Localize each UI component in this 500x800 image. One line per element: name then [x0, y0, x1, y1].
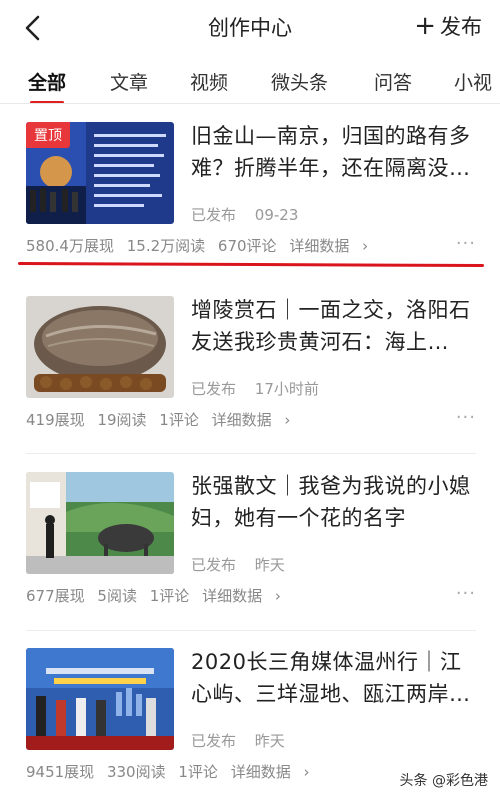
tab-all[interactable]: 全部: [28, 68, 66, 95]
chevron-right-icon: ›: [303, 763, 310, 781]
publish-time: 09-23: [254, 206, 299, 224]
article-title[interactable]: 张强散文｜我爸为我说的小媳妇，她有一个花的名字: [191, 470, 481, 534]
article-stats: 9451展现 330阅读 1评论 详细数据 ›: [26, 761, 326, 782]
comments-count: 670评论: [217, 237, 277, 255]
publish-status: 已发布: [191, 206, 237, 224]
reads-count: 330阅读: [106, 763, 166, 781]
publish-time: 昨天: [254, 556, 285, 574]
tab-micro-headlines[interactable]: 微头条: [271, 68, 328, 95]
divider: [26, 630, 476, 631]
article-meta: 已发布 昨天: [191, 554, 299, 575]
comments-count: 1评论: [178, 763, 218, 781]
publish-button[interactable]: + 发布: [414, 11, 482, 41]
publish-time: 昨天: [254, 732, 285, 750]
chevron-right-icon: ›: [274, 587, 281, 605]
article-meta: 已发布 昨天: [191, 730, 299, 751]
divider: [26, 453, 476, 454]
active-tab-indicator: [30, 101, 64, 103]
article-title[interactable]: 2020长三角媒体温州行｜江心屿、三垟湿地、瓯江两岸…: [191, 646, 481, 710]
article-item[interactable]: 置顶 旧金山—南京，归国的路有多难？折腾半年，还在隔离没… 已发布 09-23 …: [0, 112, 500, 272]
article-item[interactable]: 增陵赏石｜一面之交，洛阳石友送我珍贵黄河石：海上… 已发布 17小时前 419展…: [0, 286, 500, 446]
chevron-right-icon: ›: [362, 237, 369, 255]
tab-short-videos[interactable]: 小视: [454, 68, 492, 95]
article-stats: 677展现 5阅读 1评论 详细数据 ›: [26, 585, 297, 606]
reads-count: 15.2万阅读: [126, 237, 206, 255]
chevron-right-icon: ›: [284, 411, 291, 429]
reads-count: 5阅读: [97, 587, 137, 605]
publish-status: 已发布: [191, 556, 237, 574]
article-thumbnail: [26, 648, 174, 750]
more-options-icon[interactable]: ···: [456, 233, 476, 254]
publish-status: 已发布: [191, 380, 237, 398]
article-thumbnail: [26, 472, 174, 574]
publish-label: 发布: [440, 15, 482, 39]
details-link[interactable]: 详细数据 ›: [231, 763, 318, 781]
comments-count: 1评论: [149, 587, 190, 605]
comments-count: 1评论: [159, 411, 199, 429]
tab-articles[interactable]: 文章: [110, 68, 148, 95]
article-thumbnail: 置顶: [26, 122, 174, 224]
article-title[interactable]: 增陵赏石｜一面之交，洛阳石友送我珍贵黄河石：海上…: [191, 294, 481, 358]
article-meta: 已发布 17小时前: [191, 378, 333, 399]
article-title[interactable]: 旧金山—南京，归国的路有多难？折腾半年，还在隔离没…: [191, 120, 481, 184]
impressions-count: 419展现: [26, 411, 85, 429]
plus-icon: +: [414, 11, 436, 41]
top-bar: 创作中心 + 发布: [0, 0, 500, 56]
details-link[interactable]: 详细数据 ›: [202, 587, 289, 605]
tab-videos[interactable]: 视频: [190, 68, 228, 95]
reads-count: 19阅读: [97, 411, 147, 429]
article-meta: 已发布 09-23: [191, 204, 312, 225]
content-tabs: 全部 文章 视频 微头条 问答 小视: [0, 58, 500, 104]
tab-qa[interactable]: 问答: [374, 68, 412, 95]
watermark: 头条 @彩色港: [399, 773, 488, 789]
article-stats: 419展现 19阅读 1评论 详细数据 ›: [26, 409, 306, 430]
impressions-count: 9451展现: [26, 763, 95, 781]
impressions-count: 677展现: [26, 587, 85, 605]
article-thumbnail: [26, 296, 174, 398]
more-options-icon[interactable]: ···: [456, 583, 476, 604]
more-options-icon[interactable]: ···: [456, 407, 476, 428]
details-link[interactable]: 详细数据 ›: [289, 237, 376, 255]
pinned-badge: 置顶: [26, 122, 70, 148]
impressions-count: 580.4万展现: [26, 237, 114, 255]
article-item[interactable]: 张强散文｜我爸为我说的小媳妇，她有一个花的名字 已发布 昨天 677展现 5阅读…: [0, 462, 500, 622]
publish-time: 17小时前: [254, 380, 319, 398]
article-stats: 580.4万展现 15.2万阅读 670评论 详细数据 ›: [26, 235, 384, 256]
details-link[interactable]: 详细数据 ›: [212, 411, 299, 429]
publish-status: 已发布: [191, 732, 237, 750]
